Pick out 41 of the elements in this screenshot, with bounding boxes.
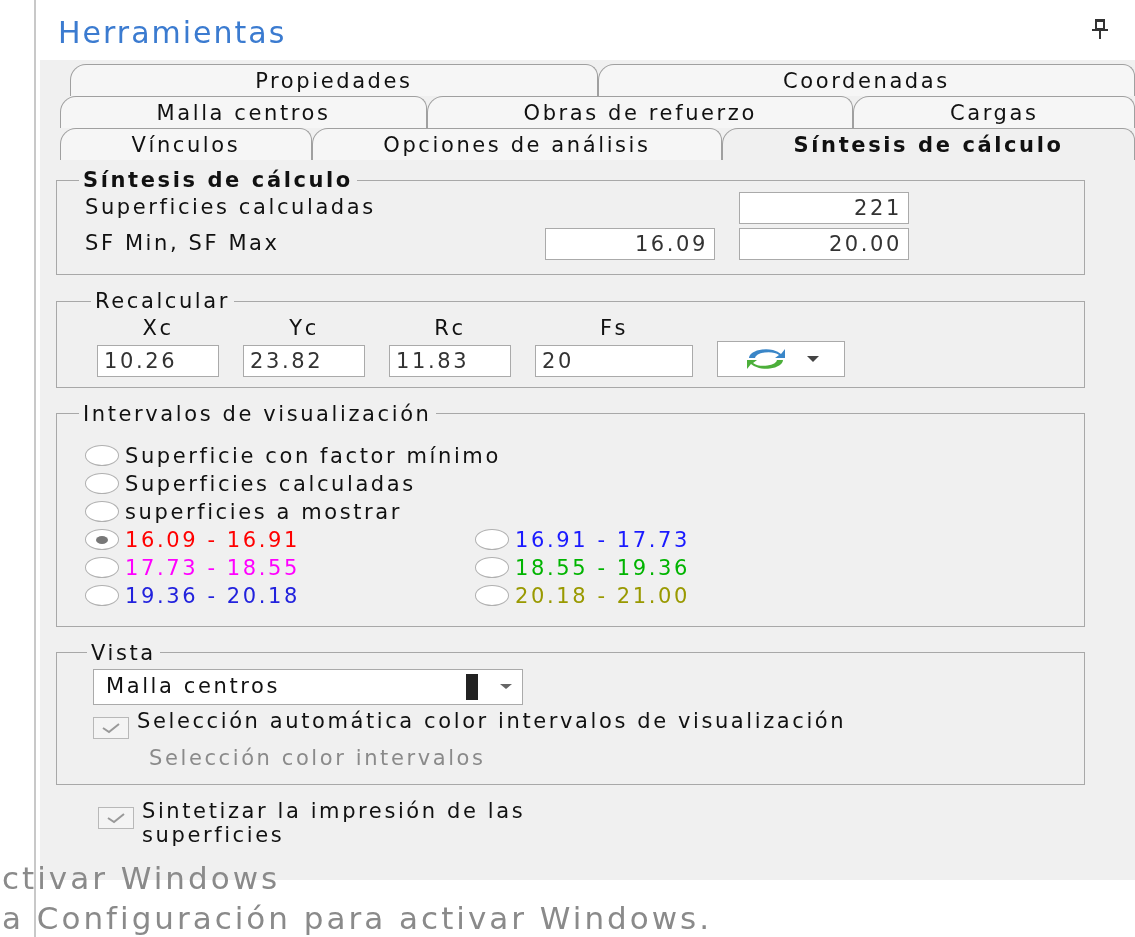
check-icon — [106, 812, 126, 824]
caret-icon — [500, 684, 512, 689]
tab[interactable]: Obras de refuerzo — [427, 96, 854, 128]
activation-notice: ctivar Windows — [2, 859, 282, 898]
field-label: Rc — [434, 315, 466, 342]
refresh-button[interactable] — [717, 340, 845, 377]
number-field[interactable]: 20.00 — [739, 228, 909, 260]
dropdown-field[interactable]: Malla centros — [93, 668, 523, 705]
tab[interactable]: Propiedades — [70, 64, 598, 96]
group-legend: Vista — [87, 640, 160, 665]
radio-option[interactable]: 16.91 - 17.73 — [475, 525, 1066, 554]
number-field[interactable]: 221 — [739, 192, 909, 224]
group-legend: Intervalos de visualización — [79, 401, 436, 426]
field-label: SF Min, SF Max — [85, 230, 281, 258]
number-field[interactable]: 16.09 — [545, 228, 715, 260]
number-field[interactable]: 11.83 — [389, 344, 511, 377]
field-label: Yc — [289, 315, 319, 342]
tab[interactable]: Vínculos — [60, 128, 312, 160]
radio-option[interactable]: Superficies calculadas — [85, 469, 1066, 498]
tab[interactable]: Coordenadas — [597, 64, 1135, 96]
field-label: Fs — [599, 315, 629, 342]
radio-option[interactable]: 19.36 - 20.18 — [85, 581, 475, 610]
check-icon — [101, 721, 121, 734]
tab[interactable]: Cargas — [853, 96, 1135, 128]
tab[interactable]: Malla centros — [60, 96, 428, 128]
tab[interactable]: Síntesis de cálculo — [722, 128, 1135, 160]
pin-icon[interactable] — [1091, 18, 1109, 40]
activation-notice: a Configuración para activar Windows. — [2, 899, 713, 937]
caret-icon — [807, 355, 819, 362]
radio-option[interactable]: Superficie con factor mínimo — [85, 441, 1066, 470]
field-label: Superficies calculadas — [85, 194, 377, 222]
number-field[interactable]: 23.82 — [243, 344, 365, 377]
group-legend: Síntesis de cálculo — [79, 168, 357, 192]
radio-option[interactable]: 16.09 - 16.91 — [85, 525, 475, 554]
radio-option[interactable]: superficies a mostrar — [85, 497, 1066, 526]
group-legend: Recalcular — [91, 289, 234, 313]
number-field[interactable]: 10.26 — [97, 344, 219, 377]
field-label: Xc — [142, 315, 174, 342]
number-field[interactable]: 20 — [535, 344, 693, 377]
tab[interactable]: Opciones de análisis — [311, 128, 723, 160]
panel-title: Herramientas — [57, 14, 287, 52]
